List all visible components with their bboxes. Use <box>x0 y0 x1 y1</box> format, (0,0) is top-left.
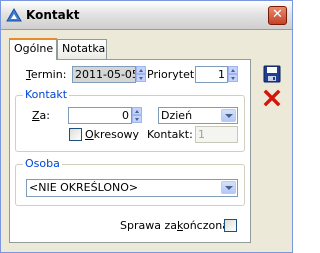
app-icon <box>6 8 22 22</box>
okresowy-label: Okresowy <box>85 128 140 141</box>
za-down-icon[interactable] <box>132 115 142 123</box>
za-label: Za: <box>32 109 50 122</box>
priorytet-spinner[interactable] <box>228 66 238 83</box>
termin-up-icon[interactable] <box>136 66 146 74</box>
window-title: Kontakt <box>26 8 80 22</box>
termin-date-input[interactable]: 2011-05-05 <box>72 66 136 83</box>
save-icon <box>263 65 281 83</box>
priorytet-up-icon[interactable] <box>228 66 238 74</box>
tab-panel: Termin: 2011-05-05 Priorytet: 1 Kontakt … <box>9 59 251 243</box>
close-button[interactable]: ✕ <box>268 6 287 25</box>
unit-select[interactable]: Dzień <box>158 107 238 124</box>
priorytet-input[interactable]: 1 <box>195 66 228 83</box>
chevron-down-icon[interactable] <box>221 109 236 122</box>
okresowy-checkbox[interactable] <box>69 128 82 141</box>
osoba-select[interactable]: <NIE OKREŚLONO> <box>26 179 238 197</box>
close-icon: ✕ <box>272 7 283 22</box>
kontakt-window: Kontakt ✕ Ogólne Notatka Termin: 2011-05… <box>0 0 293 253</box>
priorytet-down-icon[interactable] <box>228 74 238 82</box>
za-input[interactable]: 0 <box>68 107 132 124</box>
tab-ogolne[interactable]: Ogólne <box>9 38 57 60</box>
cancel-button[interactable] <box>261 87 283 109</box>
chevron-down-icon[interactable] <box>221 181 236 194</box>
tab-notatka[interactable]: Notatka <box>57 39 107 59</box>
sprawa-zakonczona-label: Sprawa zakończona <box>120 219 229 232</box>
kontakt-group-title: Kontakt <box>23 88 70 101</box>
title-bar: Kontakt ✕ <box>1 1 292 30</box>
kontakt-count-input[interactable]: 1 <box>195 126 238 143</box>
za-spinner[interactable] <box>132 107 142 124</box>
termin-down-icon[interactable] <box>136 74 146 82</box>
save-button[interactable] <box>261 63 283 85</box>
termin-spinner[interactable] <box>136 66 146 83</box>
kontakt-count-label: Kontakt: <box>147 128 193 141</box>
osoba-group-title: Osoba <box>23 157 62 170</box>
termin-label: Termin: <box>26 68 67 81</box>
priorytet-label: Priorytet: <box>147 68 198 81</box>
sprawa-zakonczona-checkbox[interactable] <box>224 219 237 232</box>
cancel-icon <box>263 89 281 107</box>
za-up-icon[interactable] <box>132 107 142 115</box>
